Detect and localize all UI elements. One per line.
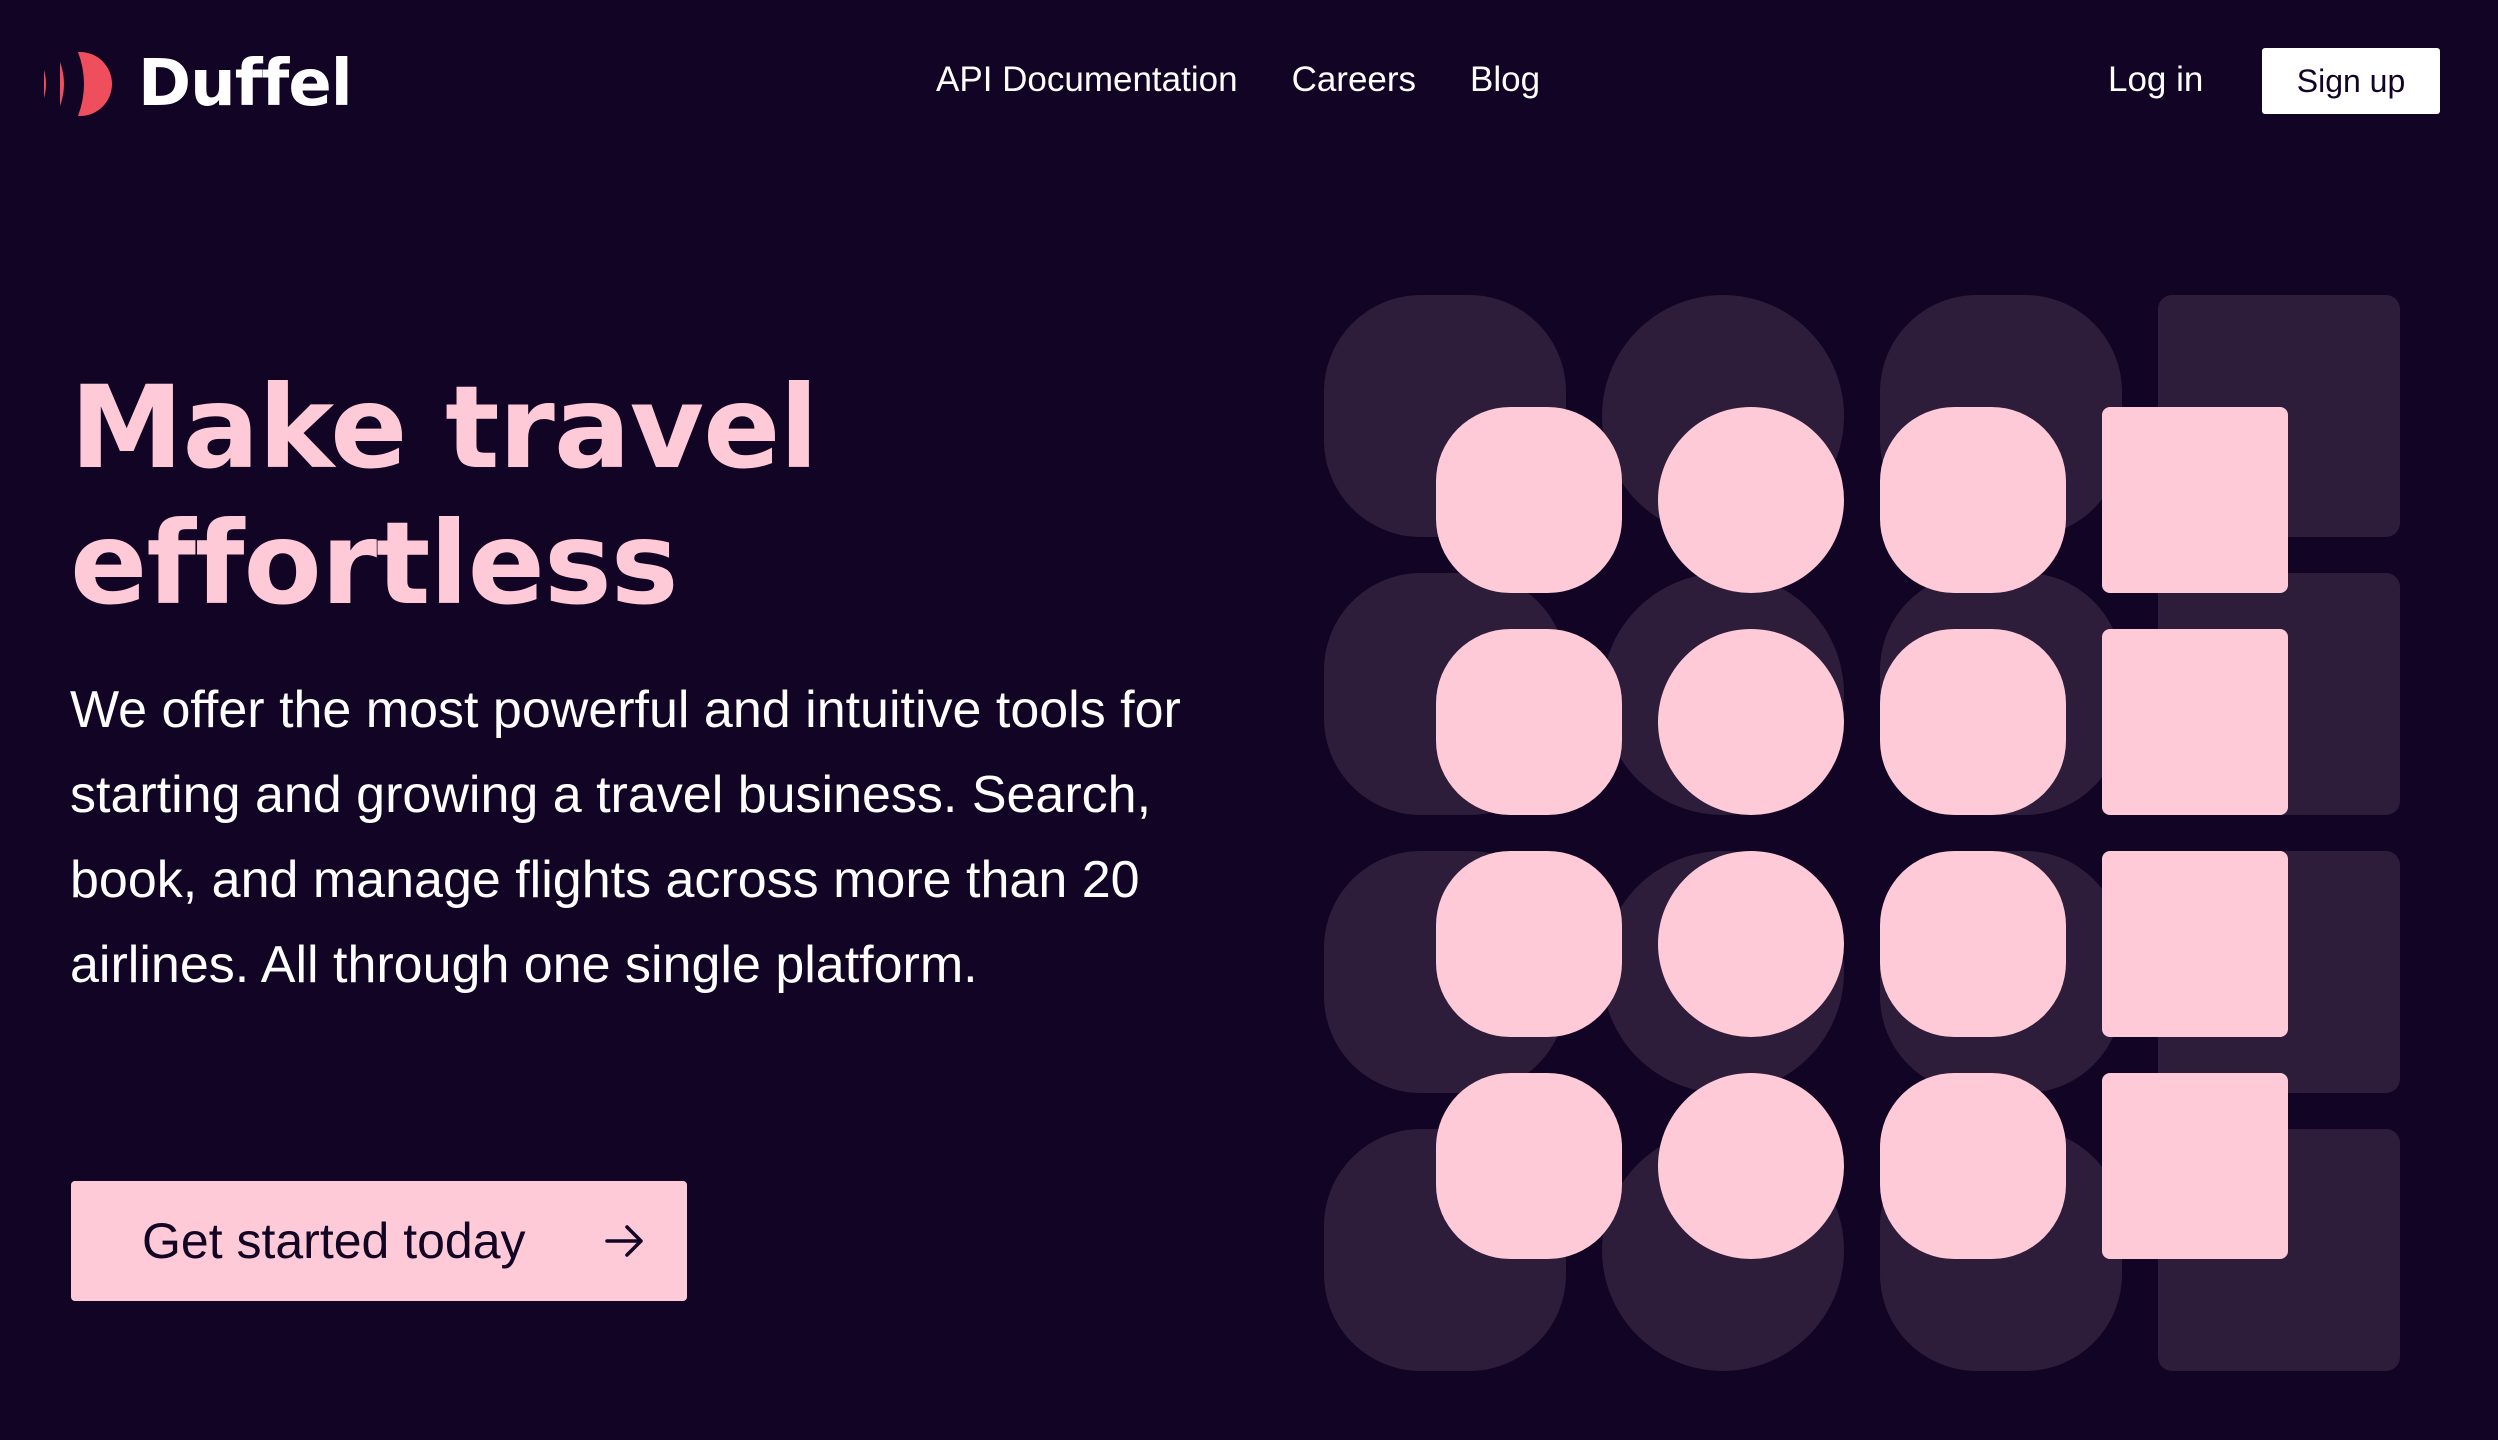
pink-shape-rounded-square <box>1880 851 2066 1037</box>
nav-item-careers[interactable]: Careers <box>1292 56 1416 104</box>
pink-shape-rounded-square <box>1880 1073 2066 1259</box>
hero-title: Make travel effortless <box>70 360 1230 632</box>
pink-shape-rounded-square <box>1880 629 2066 815</box>
pink-shape-rounded-square <box>1436 1073 1622 1259</box>
hero-shape-grid-graphic <box>1324 295 2400 1371</box>
pink-shape-circle <box>1658 629 1844 815</box>
pink-shape-rounded-square <box>1436 629 1622 815</box>
hero-description: We offer the most powerful and intuitive… <box>70 681 1181 994</box>
shape-grid-front-layer <box>1436 407 2288 1259</box>
main-nav: API Documentation Careers Blog <box>936 56 1540 104</box>
pink-shape-rounded-square <box>1880 407 2066 593</box>
get-started-label: Get started today <box>142 1213 526 1269</box>
pink-shape-circle <box>1658 851 1844 1037</box>
nav-item-blog[interactable]: Blog <box>1470 56 1540 104</box>
duffel-logo-icon <box>44 52 112 116</box>
hero-title-line-1: Make travel <box>70 361 818 494</box>
pink-shape-rounded-square <box>1436 851 1622 1037</box>
login-link[interactable]: Log in <box>2108 56 2203 104</box>
pink-shape-square <box>2102 407 2288 593</box>
pink-shape-circle <box>1658 407 1844 593</box>
page: Duffel API Documentation Careers Blog Lo… <box>0 0 2498 1440</box>
pink-shape-rounded-square <box>1436 407 1622 593</box>
logo-wordmark: Duffel <box>138 47 353 121</box>
nav-item-api-documentation[interactable]: API Documentation <box>936 56 1238 104</box>
pink-shape-square <box>2102 1073 2288 1259</box>
site-header: Duffel API Documentation Careers Blog Lo… <box>0 0 2498 160</box>
pink-shape-square <box>2102 629 2288 815</box>
pink-shape-circle <box>1658 1073 1844 1259</box>
get-started-button[interactable]: Get started today <box>71 1181 687 1301</box>
duffel-logo[interactable]: Duffel <box>40 44 353 124</box>
hero-title-line-2: effortless <box>70 497 679 630</box>
signup-button[interactable]: Sign up <box>2262 48 2440 114</box>
pink-shape-square <box>2102 851 2288 1037</box>
arrow-right-icon <box>605 1225 643 1257</box>
